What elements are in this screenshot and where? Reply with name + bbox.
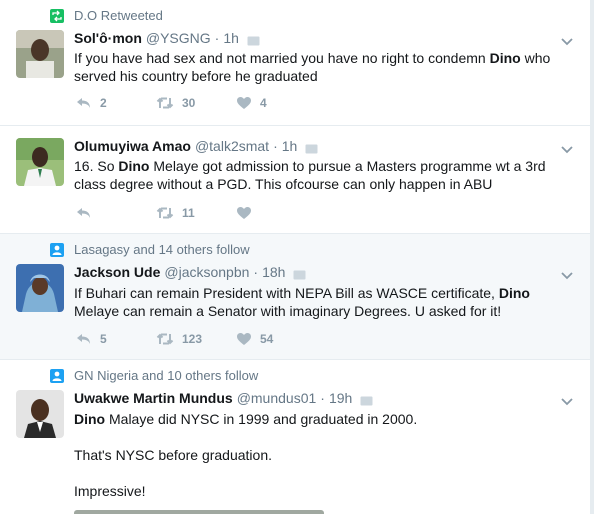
reply-icon [77,208,90,218]
reply-icon [77,334,90,344]
reply-count: 2 [100,96,107,110]
text-segment: 16. So [74,158,119,174]
tweet-header: Uwakwe Martin Mundus @mundus01 · 19h [74,390,373,406]
tweet-actions: 11 [76,206,316,220]
highlighted-keyword: Dino [498,285,530,301]
like-button[interactable]: 54 [236,332,316,346]
text-segment: If you have had sex and not married you … [74,50,490,66]
retweet-action-icon [156,207,174,219]
like-count: 54 [260,332,274,346]
person-icon [50,368,64,383]
retweet-button[interactable]: 11 [156,206,236,220]
context-text: GN Nigeria and 10 others follow [74,368,259,383]
tweet-text: If Buhari can remain President with NEPA… [74,284,574,320]
avatar[interactable] [16,30,64,78]
avatar[interactable] [16,264,64,312]
reply-icon [77,98,90,108]
timeline: D.O Retweeted Sol'ô·mon @YSGNG · 1h If y… [0,0,590,514]
retweet-action-icon [156,97,174,109]
translate-icon [305,141,318,154]
chevron-down-icon[interactable] [560,142,574,154]
retweet-count: 30 [182,96,196,110]
separator: · [253,264,259,280]
chevron-down-icon[interactable] [560,268,574,280]
like-button[interactable]: 4 [236,96,316,110]
tweet-header: Sol'ô·mon @YSGNG · 1h [74,30,260,46]
text-segment: Malaye did NYSC in 1999 and graduated in… [105,411,418,427]
tweet[interactable]: Lasagasy and 14 others follow Jackson Ud… [0,234,590,360]
reply-count: 5 [100,332,107,346]
chevron-down-icon[interactable] [560,394,574,406]
text-segment: Melaye can remain a Senator with imagina… [74,303,502,319]
like-count: 4 [260,96,267,110]
user-handle[interactable]: @talk2smat [195,138,269,154]
display-name[interactable]: Sol'ô·mon [74,30,142,46]
separator: · [273,138,278,154]
heart-icon [237,333,251,345]
text-paragraph: Impressive! [74,483,146,499]
separator: · [214,30,220,46]
person-icon [50,242,64,257]
timestamp[interactable]: 18h [262,264,285,280]
separator: · [320,390,325,406]
retweet-count: 123 [182,332,203,346]
tweet[interactable]: Olumuyiwa Amao @talk2smat · 1h 16. So Di… [0,126,590,234]
text-segment: If Buhari can remain President with NEPA… [74,285,499,301]
user-handle[interactable]: @YSGNG [146,30,211,46]
avatar[interactable] [16,138,64,186]
display-name[interactable]: Jackson Ude [74,264,160,280]
translate-icon [293,267,306,280]
tweet-actions: 2 30 4 [76,96,316,110]
retweet-icon [50,8,64,23]
avatar[interactable] [16,390,64,438]
retweet-action-icon [156,333,174,345]
retweet-button[interactable]: 30 [156,96,236,110]
highlighted-keyword: Dino [118,158,150,174]
text-paragraph: That's NYSC before graduation. [74,447,273,463]
tweet-text: Dino Malaye did NYSC in 1999 and graduat… [74,410,574,514]
tweet[interactable]: D.O Retweeted Sol'ô·mon @YSGNG · 1h If y… [0,0,590,126]
reply-button[interactable]: 2 [76,96,156,110]
reply-button[interactable]: 5 [76,332,156,346]
like-button[interactable] [236,206,316,220]
heart-icon [237,207,251,219]
tweet-text: If you have had sex and not married you … [74,49,574,85]
tweet[interactable]: GN Nigeria and 10 others follow Uwakwe M… [0,360,590,514]
tweet-context: D.O Retweeted [50,8,163,23]
user-handle[interactable]: @jacksonpbn [164,264,249,280]
media-preview[interactable] [74,510,324,514]
text-paragraph: Dino Malaye did NYSC in 1999 and graduat… [74,410,574,428]
tweet-actions: 5 123 54 [76,332,316,346]
retweet-button[interactable]: 123 [156,332,236,346]
timestamp[interactable]: 19h [329,390,352,406]
highlighted-keyword: Dino [489,50,521,66]
timestamp[interactable]: 1h [282,138,298,154]
tweet-header: Jackson Ude @jacksonpbn · 18h [74,264,306,280]
tweet-context: GN Nigeria and 10 others follow [50,368,258,383]
retweet-count: 11 [182,206,195,220]
chevron-down-icon[interactable] [560,34,574,46]
display-name[interactable]: Uwakwe Martin Mundus [74,390,233,406]
tweet-header: Olumuyiwa Amao @talk2smat · 1h [74,138,318,154]
display-name[interactable]: Olumuyiwa Amao [74,138,191,154]
heart-icon [237,97,251,109]
timestamp[interactable]: 1h [223,30,239,46]
user-handle[interactable]: @mundus01 [237,390,317,406]
context-text: Lasagasy and 14 others follow [74,242,250,257]
translate-icon [247,33,260,46]
tweet-text: 16. So Dino Melaye got admission to purs… [74,157,574,193]
tweet-context: Lasagasy and 14 others follow [50,242,250,257]
translate-icon [360,393,373,406]
context-text: D.O Retweeted [74,8,163,23]
highlighted-keyword: Dino [74,411,106,427]
reply-button[interactable] [76,206,156,220]
